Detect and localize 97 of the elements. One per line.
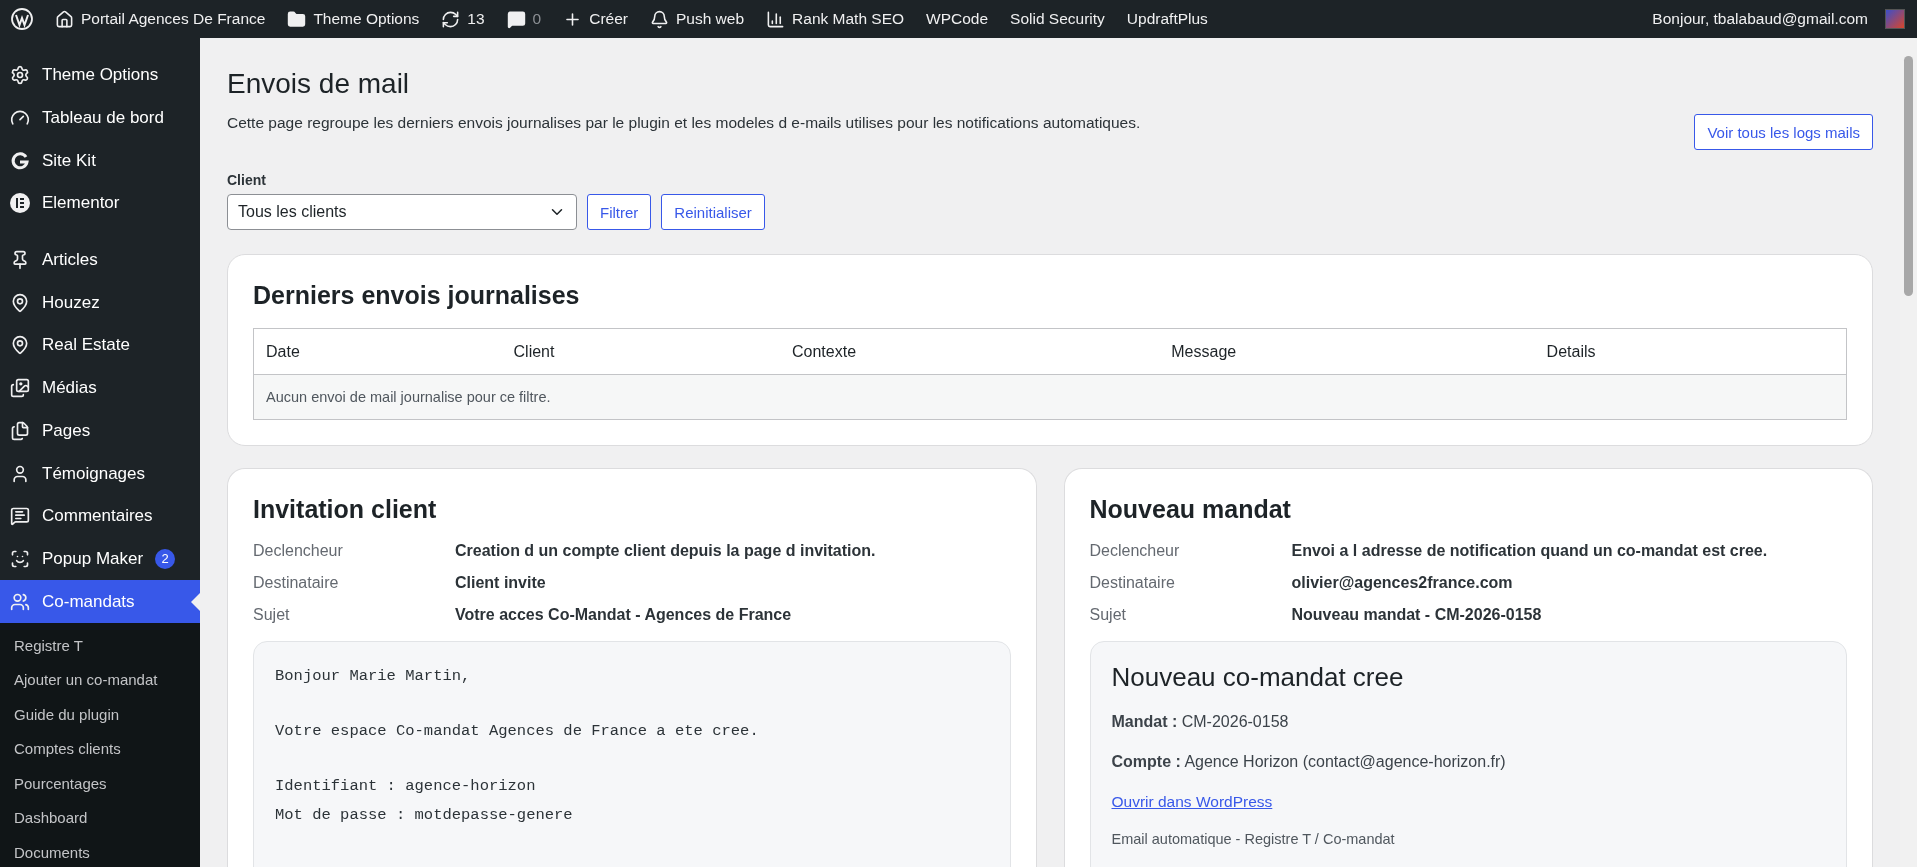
field-label: Sujet xyxy=(253,606,291,624)
sidebar-item[interactable]: Commentaires xyxy=(0,494,200,538)
menu-label: Real Estate xyxy=(42,335,130,356)
sidebar-item[interactable]: Tableau de bord xyxy=(0,96,200,140)
filter-button[interactable]: Filtrer xyxy=(587,194,652,230)
preview-footer: Email automatique - Registre T / Co-mandat xyxy=(1111,831,1825,847)
avatar xyxy=(1885,9,1905,29)
letter-g-icon xyxy=(10,150,30,171)
sidebar-item[interactable]: Popup Maker 2 xyxy=(0,537,200,581)
submenu-item[interactable]: Documents xyxy=(0,835,200,867)
field-value: Votre acces Co-Mandat - Agences de France xyxy=(455,606,793,624)
field-label: Declencheur xyxy=(1089,542,1181,560)
admin-bar-item[interactable]: Portail Agences De France xyxy=(44,0,277,38)
field-label: Destinataire xyxy=(1089,574,1176,592)
sidebar-item[interactable]: Real Estate xyxy=(0,324,200,367)
sidebar-item[interactable]: Médias xyxy=(0,366,200,410)
submenu-item[interactable]: Guide du plugin xyxy=(0,697,200,733)
menu-label: Tableau de bord xyxy=(42,108,164,129)
field-value: Nouveau mandat - CM-2026-0158 xyxy=(1291,606,1543,624)
menu-label: Theme Options xyxy=(42,65,159,86)
client-select[interactable]: Tous les clients xyxy=(227,194,577,230)
card-title: Nouveau mandat xyxy=(1089,495,1292,524)
folder-icon xyxy=(287,9,307,29)
preview-text: Identifiant : agence-horizon xyxy=(275,776,537,797)
sidebar-item[interactable]: Pages xyxy=(0,409,200,453)
menu-label: Articles xyxy=(42,250,98,271)
gear-icon xyxy=(10,65,30,86)
admin-bar-item[interactable]: Créer xyxy=(552,0,639,38)
logs-button[interactable]: Voir tous les logs mails xyxy=(1694,114,1873,150)
preview-text: Compte : Agence Horizon (contact@agence-horizon.fr) xyxy=(1111,753,1507,771)
field-value: Envoi a l adresse de notification quand un co-mandat est cree. xyxy=(1291,542,1769,560)
menu-label: Houzez xyxy=(42,292,100,313)
submenu-item[interactable]: Pourcentages xyxy=(0,766,200,802)
sidebar-item[interactable]: Elementor xyxy=(0,182,200,225)
preview-text: Mot de passe : motdepasse-genere xyxy=(275,805,574,826)
menu-label: Site Kit xyxy=(42,150,96,171)
field-value: olivier@agences2france.com xyxy=(1291,574,1514,592)
menu-label: Co-mandats xyxy=(42,591,135,612)
page-title: Envois de mail xyxy=(227,68,411,100)
filter-label: Client xyxy=(227,172,267,188)
preview-text: Mandat : CM-2026-0158 xyxy=(1111,713,1290,731)
submenu-item[interactable]: Registre T xyxy=(0,628,200,664)
scrollbar-thumb[interactable] xyxy=(1904,56,1913,296)
popup-icon xyxy=(10,548,30,569)
preview-text: Votre espace Co-mandat Agences de France a ete cree. xyxy=(275,721,760,742)
bell-icon xyxy=(650,9,669,29)
admin-bar-item[interactable]: Theme Options xyxy=(276,0,431,38)
admin-bar-item[interactable]: 0 xyxy=(495,0,553,38)
admin-bar-item[interactable]: Rank Math SEO xyxy=(755,0,916,38)
admin-bar-item[interactable]: WPCode xyxy=(915,0,1000,38)
submenu-item[interactable]: Dashboard xyxy=(0,801,200,836)
user-icon xyxy=(10,463,30,484)
admin-bar-item[interactable]: UpdraftPlus xyxy=(1115,0,1219,38)
admin-bar-item[interactable]: Solid Security xyxy=(999,0,1116,38)
preview-text: Bonjour Marie Martin, xyxy=(275,666,472,687)
empty-message: Aucun envoi de mail journalise pour ce filtre. xyxy=(254,375,1846,419)
field-value: Creation d un compte client depuis la page d invitation. xyxy=(455,542,877,560)
count-badge: 2 xyxy=(155,548,176,569)
menu-label: Témoignages xyxy=(42,463,145,484)
sidebar-item[interactable]: Articles xyxy=(0,238,200,282)
sidebar-item[interactable]: Theme Options xyxy=(0,54,200,97)
page-description: Cette page regroupe les derniers envois journalises par le plugin et les modeles d e-mails utilises pour les notifications automatiques. xyxy=(227,114,1141,132)
comment-icon xyxy=(506,9,526,29)
users-icon xyxy=(10,591,30,612)
pages-icon xyxy=(10,420,30,441)
menu-label: Médias xyxy=(42,378,97,399)
field-label: Declencheur xyxy=(253,542,344,560)
card-title: Invitation client xyxy=(253,495,438,524)
field-label: Destinataire xyxy=(253,574,340,592)
comment-icon xyxy=(10,506,30,527)
field-label: Sujet xyxy=(1089,606,1127,624)
account-menu[interactable]: Bonjour, tbalabaud@gmail.com xyxy=(1641,0,1879,38)
menu-label: Popup Maker xyxy=(42,548,144,569)
home-icon xyxy=(55,9,74,29)
admin-bar-item[interactable]: 13 xyxy=(430,0,496,38)
sidebar-item[interactable]: Témoignages xyxy=(0,452,200,495)
submenu-item[interactable]: Ajouter un co-mandat xyxy=(0,663,200,698)
sidebar-item[interactable]: Site Kit xyxy=(0,139,200,183)
chart-icon xyxy=(766,9,786,29)
admin-bar-item[interactable]: Push web xyxy=(639,0,756,38)
menu-label: Elementor xyxy=(42,193,120,214)
reset-button[interactable]: Reinitialiser xyxy=(661,194,765,230)
sidebar-item[interactable]: Co-mandats xyxy=(0,580,200,623)
preview-heading: Nouveau co-mandat cree xyxy=(1111,662,1405,693)
refresh-icon xyxy=(441,9,461,29)
card-title: Derniers envois journalises xyxy=(253,281,581,310)
map-pin-icon xyxy=(10,335,30,356)
field-value: Client invite xyxy=(455,574,547,592)
elementor-icon xyxy=(10,193,30,214)
open-link[interactable]: Ouvrir dans WordPress xyxy=(1111,793,1273,811)
menu-label: Commentaires xyxy=(42,506,153,527)
pin-icon xyxy=(10,250,30,271)
images-icon xyxy=(10,378,30,399)
map-pin-icon xyxy=(10,292,30,313)
menu-label: Pages xyxy=(42,420,91,441)
sidebar-item[interactable]: Houzez xyxy=(0,281,200,325)
submenu-item[interactable]: Comptes clients xyxy=(0,732,200,767)
